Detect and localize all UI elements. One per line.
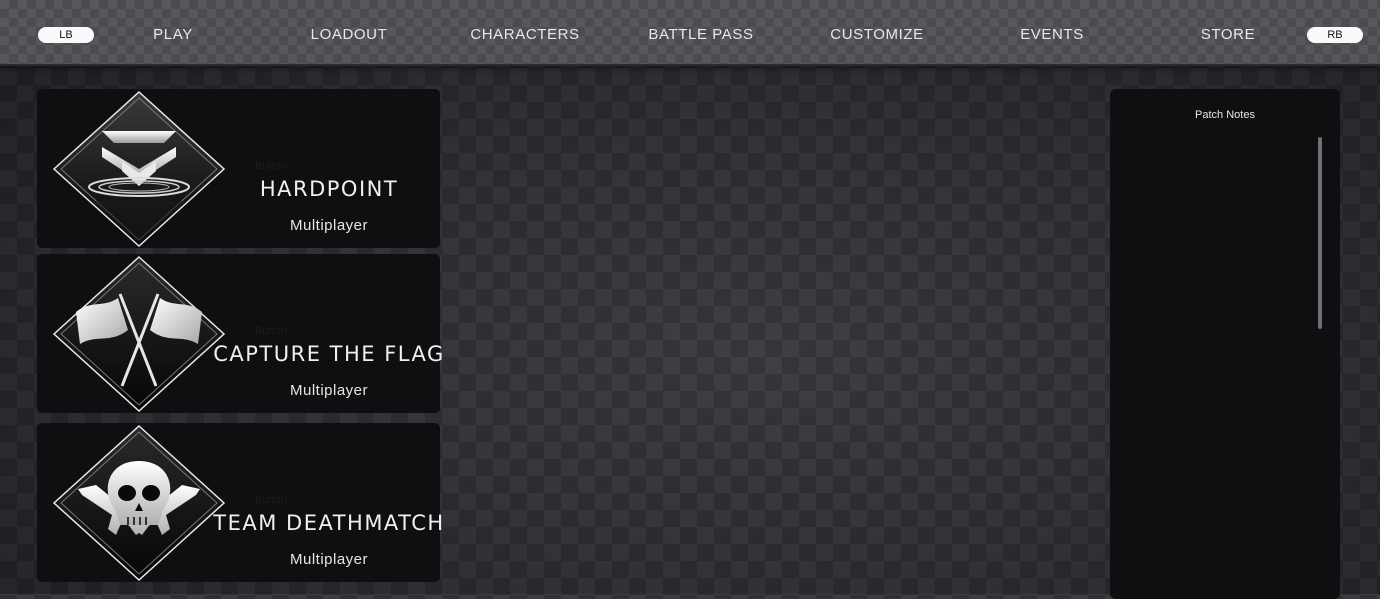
hardpoint-icon [52,91,226,247]
skull-guns-icon [52,425,226,581]
mode-card-hardpoint[interactable]: Button HARDPOINT Multiplayer [37,89,440,248]
ghost-button-label: Button [255,494,287,506]
mode-title: HARDPOINT [259,177,399,201]
ghost-button-label: Button [255,160,287,172]
patch-notes-title: Patch Notes [1195,109,1255,121]
mode-subtitle: Multiplayer [289,382,369,399]
nav-tab-play[interactable]: PLAY [153,26,193,43]
nav-tab-store[interactable]: STORE [1201,26,1255,43]
nav-tab-characters[interactable]: CHARACTERS [470,26,579,43]
nav-tab-battle-pass[interactable]: BATTLE PASS [648,26,753,43]
patch-notes-scrollbar[interactable] [1318,137,1322,329]
nav-tab-events[interactable]: EVENTS [1020,26,1084,43]
rb-bumper-button[interactable]: RB [1307,27,1363,43]
mode-title: CAPTURE THE FLAG [213,342,445,366]
mode-subtitle: Multiplayer [289,551,369,568]
crossed-flags-icon [52,256,226,412]
mode-subtitle: Multiplayer [289,217,369,234]
top-nav-bar: LB PLAY LOADOUT CHARACTERS BATTLE PASS C… [0,0,1380,66]
patch-notes-panel: Patch Notes [1110,89,1340,599]
ghost-button-label: Button [255,325,287,337]
mode-title: TEAM DEATHMATCH [213,511,445,535]
mode-card-capture-the-flag[interactable]: Button CAPTURE THE FLAG Multiplayer [37,254,443,413]
nav-tab-customize[interactable]: CUSTOMIZE [830,26,923,43]
nav-tab-loadout[interactable]: LOADOUT [311,26,388,43]
lb-bumper-button[interactable]: LB [38,27,94,43]
mode-card-team-deathmatch[interactable]: Button TEAM DEATHMATCH Multiplayer [37,423,443,582]
